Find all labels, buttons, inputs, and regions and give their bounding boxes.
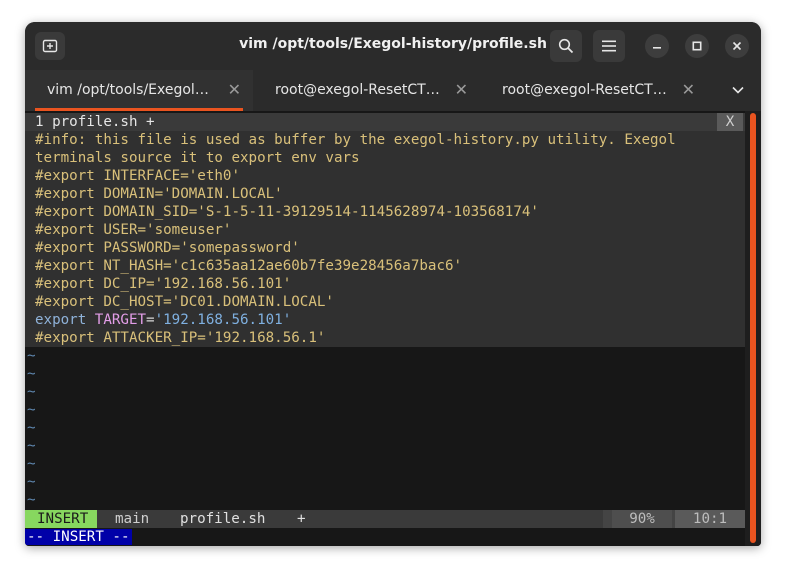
buffer-tab[interactable]: 1 profile.sh + [35, 113, 155, 131]
scrollbar-thumb[interactable] [750, 113, 756, 543]
tab-label: root@exegol-ResetCT… [275, 82, 440, 98]
code-line: #info: this file is used as buffer by th… [35, 132, 676, 148]
code-line: #export INTERFACE='eth0' [35, 168, 240, 184]
status-filename: profile.sh [155, 510, 313, 528]
tilde-marker: ~ [27, 402, 36, 418]
menu-button[interactable] [593, 30, 625, 62]
tab-label: root@exegol-ResetCT… [502, 82, 667, 98]
terminal-content[interactable]: 1 profile.sh + X #info: this file is use… [25, 111, 761, 546]
tilde-marker: ~ [27, 456, 36, 472]
vim-editor[interactable]: #info: this file is used as buffer by th… [25, 131, 745, 347]
tilde-marker: ~ [27, 420, 36, 436]
code-line: #export NT_HASH='c1c635aa12ae60b7fe39e28… [35, 258, 463, 274]
tilde-marker: ~ [27, 384, 36, 400]
string-value: '192.168.56.101' [154, 312, 292, 328]
code-line: #export DC_IP='192.168.56.101' [35, 276, 292, 292]
code-line: #export DC_HOST='DC01.DOMAIN.LOCAL' [35, 294, 334, 310]
code-line: #export DOMAIN='DOMAIN.LOCAL' [35, 186, 283, 202]
tab-close-icon[interactable]: ✕ [682, 80, 695, 99]
git-branch: main [97, 510, 155, 528]
mode-indicator: INSERT [25, 510, 97, 528]
close-button[interactable] [725, 34, 749, 58]
code-line: #export DOMAIN_SID='S-1-5-11-39129514-11… [35, 204, 539, 220]
buffer-close-button[interactable]: X [717, 113, 743, 131]
tab-root-1[interactable]: root@exegol-ResetCT… ✕ [253, 70, 480, 111]
modified-flag-container: + [297, 510, 603, 528]
tab-root-2[interactable]: root@exegol-ResetCT… ✕ [480, 70, 707, 111]
tilde-marker: ~ [27, 348, 36, 364]
cursor-position: 10:1 [675, 510, 745, 528]
code-line: #export PASSWORD='somepassword' [35, 240, 300, 256]
tab-close-icon[interactable]: ✕ [228, 80, 241, 99]
tilde-marker: ~ [27, 492, 36, 508]
vim-buffer-line: 1 profile.sh + X [25, 113, 745, 131]
hamburger-icon [602, 40, 616, 52]
search-button[interactable] [550, 30, 582, 62]
export-keyword: export [35, 312, 87, 328]
minimize-button[interactable] [645, 34, 669, 58]
tilde-marker: ~ [27, 366, 36, 382]
code-line: terminals source it to export env vars [35, 150, 360, 166]
assign-operator: = [146, 312, 155, 328]
tilde-marker: ~ [27, 474, 36, 490]
scrollbar[interactable] [745, 111, 761, 546]
search-icon [558, 38, 574, 54]
close-icon [732, 41, 742, 51]
minimize-icon [653, 47, 661, 49]
scroll-percent: 90% [612, 510, 672, 528]
tab-close-icon[interactable]: ✕ [455, 80, 468, 99]
maximize-icon [692, 41, 702, 51]
tilde-marker: ~ [27, 438, 36, 454]
title-bar: vim /opt/tools/Exegol-history/profile.sh [25, 22, 761, 70]
maximize-button[interactable] [685, 34, 709, 58]
code-line: #export USER='someuser' [35, 222, 232, 238]
chevron-down-icon[interactable] [731, 83, 745, 97]
vim-cmdline: -- INSERT -- [25, 528, 132, 546]
tab-vim[interactable]: vim /opt/tools/Exegol… ✕ [25, 70, 253, 111]
code-line: #export ATTACKER_IP='192.168.56.1' [35, 330, 326, 346]
variable-name: TARGET [94, 312, 147, 328]
modified-flag: + [297, 511, 306, 527]
vim-statusline: INSERT main profile.sh + 90% 10:1 [25, 510, 745, 528]
terminal-window: vim /opt/tools/Exegol-history/profile.sh [25, 22, 761, 546]
active-code-line: export TARGET='192.168.56.101' [35, 311, 291, 329]
insert-mode-message: -- INSERT -- [25, 529, 132, 545]
tab-label: vim /opt/tools/Exegol… [47, 82, 209, 98]
tab-bar: vim /opt/tools/Exegol… ✕ root@exegol-Res… [25, 70, 761, 111]
